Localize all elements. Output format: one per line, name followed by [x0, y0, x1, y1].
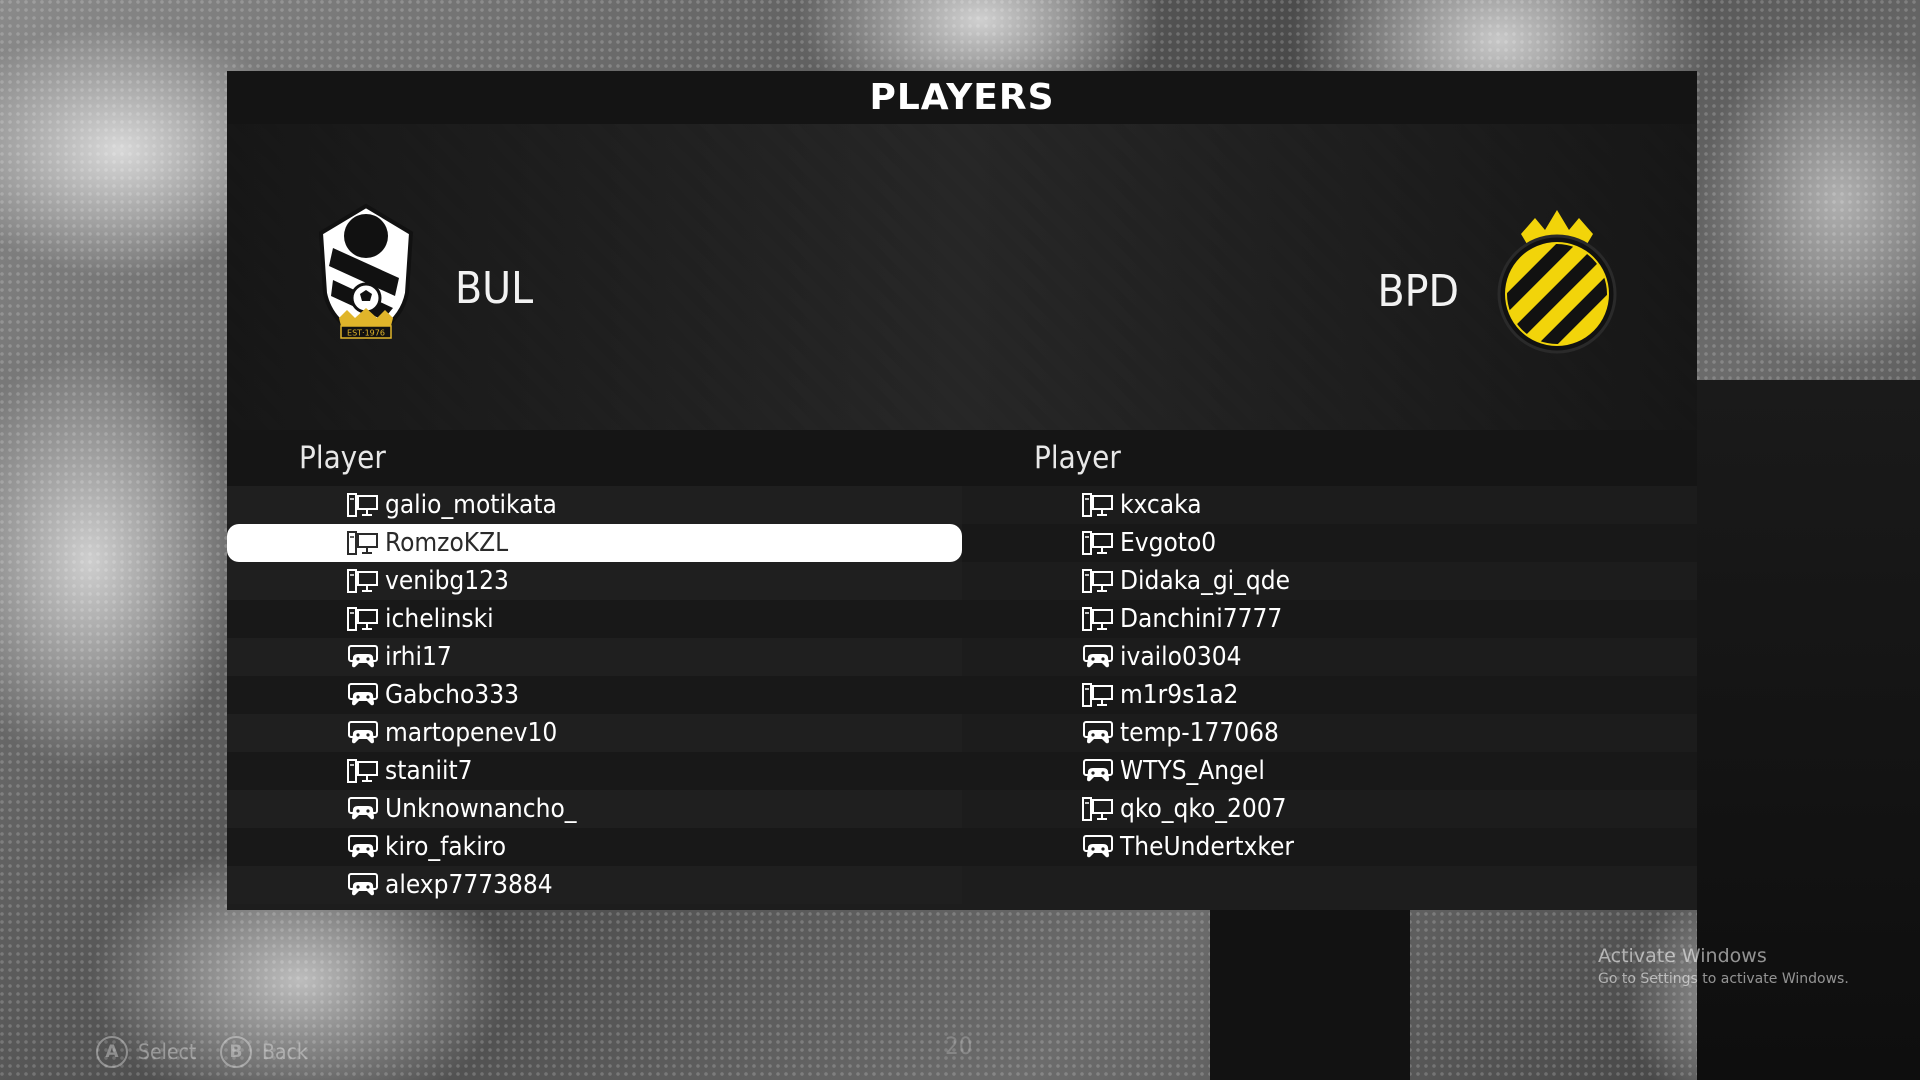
pc-platform-icon — [1082, 796, 1114, 822]
player-row[interactable]: ivailo0304 — [962, 638, 1697, 676]
player-name: Gabcho333 — [385, 680, 519, 710]
player-name: staniit7 — [385, 756, 473, 786]
player-name: qko_qko_2007 — [1120, 794, 1287, 824]
pc-platform-icon — [1082, 530, 1114, 556]
console-platform-icon — [347, 644, 379, 670]
console-platform-icon — [1082, 720, 1114, 746]
pc-platform-icon — [1082, 606, 1114, 632]
player-row[interactable]: irhi17 — [227, 638, 962, 676]
pc-platform-icon — [347, 530, 379, 556]
home-players-list: galio_motikata RomzoKZL venibg123 ichelinsk… — [227, 486, 962, 910]
player-row[interactable]: ichelinski — [227, 600, 962, 638]
crest-established-text: EST·1976 — [347, 329, 385, 338]
player-name: Danchini7777 — [1120, 604, 1283, 634]
players-panel: PLAYERS EST·1976 BUL BPD Player galio_mo… — [227, 71, 1697, 910]
pc-platform-icon — [347, 606, 379, 632]
back-hint[interactable]: B Back — [220, 1036, 308, 1068]
player-row[interactable]: TheUndertxker — [962, 828, 1697, 866]
home-players-column: Player galio_motikata RomzoKZL venibg123 ic… — [227, 430, 962, 910]
player-row[interactable]: martopenev10 — [227, 714, 962, 752]
player-name: alexp7773884 — [385, 870, 553, 900]
player-name: martopenev10 — [385, 718, 558, 748]
player-name: m1r9s1a2 — [1120, 680, 1239, 710]
players-columns: Player galio_motikata RomzoKZL venibg123 ic… — [227, 430, 1697, 910]
pc-platform-icon — [347, 568, 379, 594]
player-name: ivailo0304 — [1120, 642, 1242, 672]
pc-platform-icon — [347, 492, 379, 518]
console-platform-icon — [347, 720, 379, 746]
home-team: EST·1976 BUL — [311, 198, 533, 348]
player-row[interactable]: Danchini7777 — [962, 600, 1697, 638]
console-platform-icon — [347, 796, 379, 822]
player-row[interactable]: venibg123 — [227, 562, 962, 600]
console-platform-icon — [347, 682, 379, 708]
player-name: ichelinski — [385, 604, 494, 634]
player-name: WTYS_Angel — [1120, 756, 1265, 786]
away-players-column: Player kxcaka Evgoto0 Didaka_gi_qde Danchin… — [962, 430, 1697, 910]
player-row[interactable]: WTYS_Angel — [962, 752, 1697, 790]
away-team: BPD — [1377, 198, 1619, 354]
pc-platform-icon — [1082, 568, 1114, 594]
crowned-striped-badge-icon — [1497, 210, 1617, 354]
console-platform-icon — [1082, 644, 1114, 670]
activate-windows-watermark: Activate Windows Go to Settings to activ… — [1598, 945, 1849, 987]
back-label: Back — [262, 1040, 308, 1064]
player-row[interactable]: qko_qko_2007 — [962, 790, 1697, 828]
player-name: Unknownancho_ — [385, 794, 577, 824]
home-column-header: Player — [227, 430, 962, 486]
player-row[interactable]: RomzoKZL — [227, 524, 962, 562]
player-name: TheUndertxker — [1120, 832, 1294, 862]
watermark-subtitle: Go to Settings to activate Windows. — [1598, 971, 1849, 987]
player-name: irhi17 — [385, 642, 452, 672]
console-platform-icon — [1082, 834, 1114, 860]
player-row[interactable]: Evgoto0 — [962, 524, 1697, 562]
player-row[interactable]: kiro_fakiro — [227, 828, 962, 866]
watermark-title: Activate Windows — [1598, 945, 1767, 967]
console-platform-icon — [347, 834, 379, 860]
away-team-abbr: BPD — [1377, 265, 1459, 317]
player-row[interactable]: temp-177068 — [962, 714, 1697, 752]
home-team-abbr: BUL — [455, 262, 534, 314]
background-case — [1210, 910, 1410, 1080]
pc-platform-icon — [1082, 492, 1114, 518]
player-name: kxcaka — [1120, 490, 1202, 520]
player-name: temp-177068 — [1120, 718, 1279, 748]
player-name: Didaka_gi_qde — [1120, 566, 1290, 596]
select-hint[interactable]: A Select — [96, 1036, 196, 1068]
player-name: Evgoto0 — [1120, 528, 1217, 558]
select-label: Select — [138, 1040, 197, 1064]
player-name: RomzoKZL — [385, 528, 509, 558]
bear-shield-crest-icon: EST·1976 — [318, 203, 414, 341]
pc-platform-icon — [347, 758, 379, 784]
player-name: kiro_fakiro — [385, 832, 507, 862]
player-row[interactable]: alexp7773884 — [227, 866, 962, 904]
b-button-icon: B — [220, 1036, 252, 1068]
teams-banner: EST·1976 BUL BPD — [227, 124, 1697, 430]
console-platform-icon — [347, 872, 379, 898]
page-title: PLAYERS — [869, 77, 1055, 118]
player-name: venibg123 — [385, 566, 509, 596]
player-row[interactable]: Unknownancho_ — [227, 790, 962, 828]
a-button-icon: A — [96, 1036, 128, 1068]
player-row[interactable]: Gabcho333 — [227, 676, 962, 714]
pc-platform-icon — [1082, 682, 1114, 708]
player-row[interactable]: m1r9s1a2 — [962, 676, 1697, 714]
page-number: 20 — [945, 1032, 973, 1060]
away-players-list: kxcaka Evgoto0 Didaka_gi_qde Danchini7777 iv… — [962, 486, 1697, 910]
away-column-header: Player — [962, 430, 1697, 486]
player-row[interactable]: Didaka_gi_qde — [962, 562, 1697, 600]
player-row[interactable]: kxcaka — [962, 486, 1697, 524]
player-row[interactable]: galio_motikata — [227, 486, 962, 524]
console-platform-icon — [1082, 758, 1114, 784]
player-row[interactable]: staniit7 — [227, 752, 962, 790]
title-bar: PLAYERS — [227, 71, 1697, 124]
player-name: galio_motikata — [385, 490, 557, 520]
